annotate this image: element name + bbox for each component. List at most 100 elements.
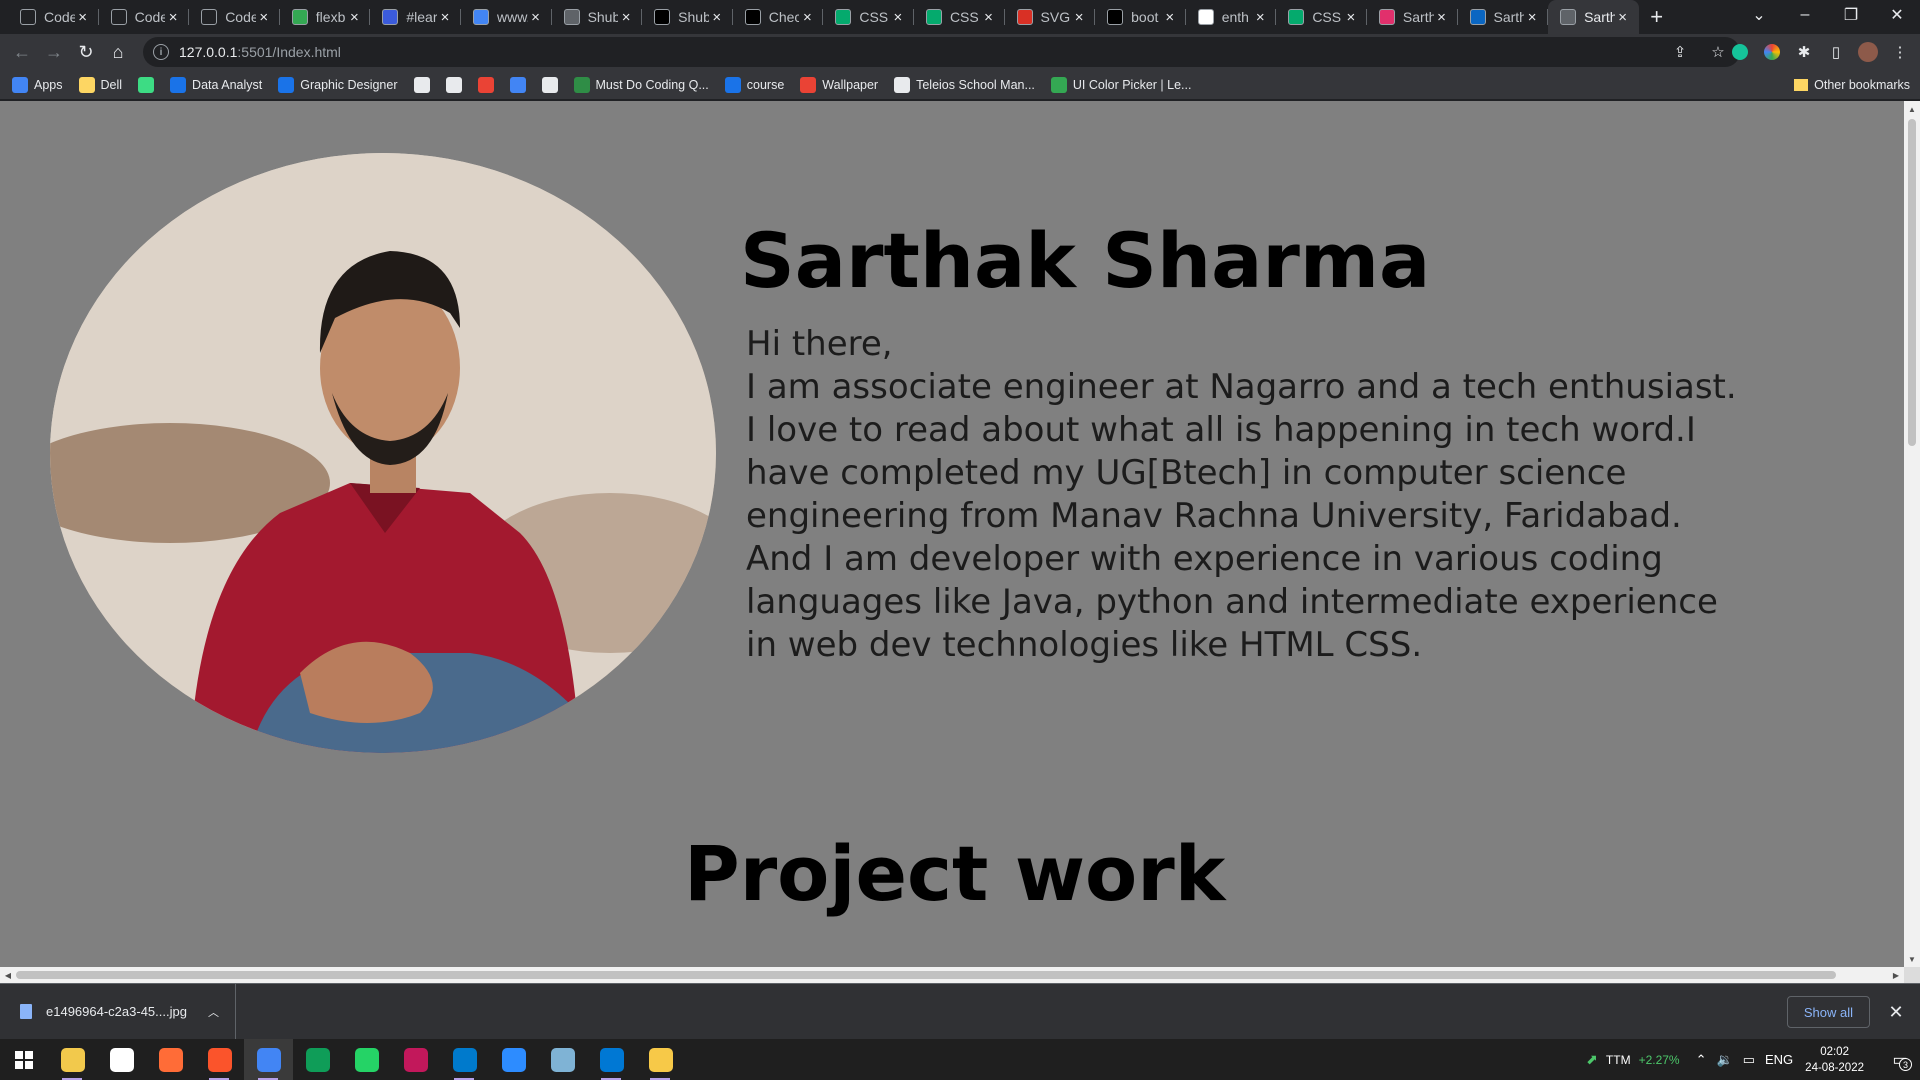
taskbar-app[interactable] [97,1039,146,1080]
bookmark-item[interactable]: Teleios School Man... [894,76,1035,93]
other-bookmarks[interactable]: Other bookmarks [1794,70,1910,100]
taskbar-app[interactable] [342,1039,391,1080]
scroll-right-arrow-icon[interactable]: ▶ [1888,967,1904,983]
tab-close-icon[interactable]: × [346,9,362,26]
taskbar-app[interactable] [538,1039,587,1080]
site-info-icon[interactable]: i [153,44,169,60]
tab-close-icon[interactable]: × [1071,9,1087,26]
start-button[interactable] [0,1039,48,1080]
tab-close-icon[interactable]: × [75,9,91,26]
notification-center-button[interactable]: ▭ 3 [1880,1039,1920,1080]
show-all-button[interactable]: Show all [1786,996,1870,1028]
bookmark-item[interactable]: Data Analyst [170,76,262,93]
forward-button[interactable]: → [38,36,70,68]
bookmark-item[interactable] [509,76,526,93]
browser-tab[interactable]: flexb × [280,0,371,34]
horizontal-scrollbar[interactable]: ◀ ▶ [0,967,1904,983]
back-button[interactable]: ← [6,36,38,68]
taskbar-app[interactable] [391,1039,440,1080]
tab-close-icon[interactable]: × [256,9,272,26]
tab-close-icon[interactable]: × [1162,9,1178,26]
tab-close-icon[interactable]: × [528,9,544,26]
taskbar-app[interactable] [48,1039,97,1080]
network-icon[interactable]: ▭ [1743,1052,1755,1068]
browser-tab[interactable]: CSS × [914,0,1005,34]
bookmark-item[interactable]: Apps [12,76,63,93]
bookmark-item[interactable] [138,76,155,93]
browser-tab[interactable]: #lear × [370,0,461,34]
restore-button[interactable]: ❐ [1828,0,1874,30]
reload-button[interactable]: ↻ [70,36,102,68]
tab-search-icon[interactable]: ⌄ [1736,0,1782,30]
horizontal-scroll-thumb[interactable] [16,971,1836,979]
clock[interactable]: 02:02 24-08-2022 [1805,1044,1864,1076]
tab-close-icon[interactable]: × [1615,9,1631,26]
browser-tab[interactable]: Code × [189,0,280,34]
browser-tab[interactable]: Chec × [733,0,824,34]
bookmark-item[interactable]: Wallpaper [800,76,878,93]
taskbar-app[interactable] [587,1039,636,1080]
grammarly-icon[interactable] [1728,40,1752,64]
vertical-scroll-thumb[interactable] [1908,119,1916,446]
extensions-puzzle-icon[interactable]: ✱ [1792,40,1816,64]
browser-tab[interactable]: CSS × [1276,0,1367,34]
color-picker-extension-icon[interactable] [1760,40,1784,64]
language-indicator[interactable]: ENG [1765,1052,1793,1068]
close-icon[interactable]: ✕ [1884,998,1908,1026]
bookmark-item[interactable]: Graphic Designer [278,76,398,93]
bookmark-item[interactable] [445,76,462,93]
tab-close-icon[interactable]: × [1343,9,1359,26]
taskbar-app[interactable] [636,1039,685,1080]
browser-tab[interactable]: Sarth × [1367,0,1458,34]
taskbar-app[interactable] [440,1039,489,1080]
taskbar-app[interactable] [244,1039,293,1080]
browser-tab[interactable]: Shub × [552,0,643,34]
bookmark-item[interactable]: Dell [78,76,122,93]
browser-tab[interactable]: SVG × [1005,0,1096,34]
bookmark-item[interactable] [413,76,430,93]
tab-close-icon[interactable]: × [618,9,634,26]
scroll-up-arrow-icon[interactable]: ▲ [1904,101,1920,117]
side-panel-icon[interactable]: ▯ [1824,40,1848,64]
download-item[interactable]: e1496964-c2a3-45....jpg ︿ [0,983,236,1040]
scroll-down-arrow-icon[interactable]: ▼ [1904,951,1920,967]
stock-widget[interactable]: ⬈ TTM +2.27% [1586,1051,1679,1068]
tab-close-icon[interactable]: × [1252,9,1268,26]
tab-close-icon[interactable]: × [165,9,181,26]
taskbar-app[interactable] [489,1039,538,1080]
volume-icon[interactable]: 🔉 [1717,1052,1733,1068]
browser-tab[interactable]: boot × [1095,0,1186,34]
browser-tab[interactable]: Sarth × [1458,0,1549,34]
browser-tab[interactable]: Code × [99,0,190,34]
bookmark-item[interactable] [541,76,558,93]
bookmark-star-icon[interactable]: ☆ [1706,40,1730,64]
browser-tab[interactable]: CSS × [823,0,914,34]
taskbar-app[interactable] [146,1039,195,1080]
bookmark-item[interactable]: course [724,76,784,93]
share-icon[interactable]: ⇪ [1668,40,1692,64]
tab-close-icon[interactable]: × [437,9,453,26]
bookmark-item[interactable]: Must Do Coding Q... [573,76,709,93]
minimize-button[interactable]: – [1782,0,1828,30]
tab-close-icon[interactable]: × [1524,9,1540,26]
chevron-up-icon[interactable]: ︿ [208,1004,219,1020]
new-tab-button[interactable]: + [1639,0,1675,34]
tab-close-icon[interactable]: × [981,9,997,26]
tab-close-icon[interactable]: × [799,9,815,26]
tab-close-icon[interactable]: × [1434,9,1450,26]
taskbar-app[interactable] [195,1039,244,1080]
tab-close-icon[interactable]: × [709,9,725,26]
browser-tab[interactable]: Code × [8,0,99,34]
taskbar-app[interactable] [293,1039,342,1080]
browser-tab[interactable]: Shub × [642,0,733,34]
address-bar[interactable]: i 127.0.0.1:5501/Index.html ⇪ ☆ [143,37,1740,67]
menu-kebab-icon[interactable]: ⋮ [1888,40,1912,64]
profile-avatar[interactable] [1856,40,1880,64]
vertical-scrollbar[interactable]: ▲ ▼ [1904,101,1920,967]
tab-close-icon[interactable]: × [890,9,906,26]
home-button[interactable]: ⌂ [102,36,134,68]
hidden-icons-chevron-icon[interactable]: ⌃ [1696,1052,1707,1068]
browser-tab[interactable]: enth × [1186,0,1277,34]
close-window-button[interactable]: ✕ [1874,0,1920,30]
browser-tab[interactable]: www. × [461,0,552,34]
